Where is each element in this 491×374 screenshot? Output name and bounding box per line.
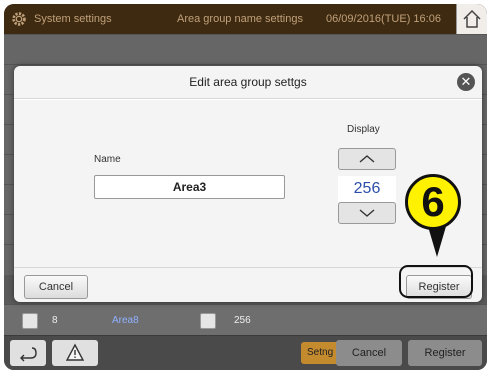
- system-settings-label: System settings: [34, 13, 112, 25]
- datetime: 06/09/2016(TUE) 16:06: [326, 13, 441, 25]
- display-up-button[interactable]: [338, 148, 396, 170]
- close-icon: ✕: [460, 74, 472, 89]
- row-number: 8: [52, 315, 58, 326]
- back-arrow-icon: [20, 347, 37, 362]
- list-row: [4, 34, 487, 65]
- row-display-checkbox[interactable]: [200, 313, 216, 329]
- warning-icon: [65, 343, 85, 361]
- home-button[interactable]: [456, 4, 487, 34]
- table-row[interactable]: 8 Area8 256: [4, 304, 487, 335]
- page-title: Area group name settings: [177, 13, 303, 25]
- register-highlight-ring: [399, 265, 473, 298]
- register-bottom-button[interactable]: Register: [408, 340, 482, 366]
- home-icon: [463, 9, 481, 28]
- display-down-button[interactable]: [338, 202, 396, 224]
- cancel-bottom-button[interactable]: Cancel: [336, 340, 402, 366]
- row-checkbox[interactable]: [22, 313, 38, 329]
- display-value: 256: [338, 176, 396, 202]
- name-label: Name: [94, 154, 121, 165]
- setng-tag: Setng: [301, 342, 340, 364]
- close-button[interactable]: ✕: [457, 73, 475, 91]
- bottom-bar: Setng Cancel Register: [4, 336, 487, 370]
- warning-button[interactable]: [52, 340, 98, 366]
- chevron-down-icon: [359, 209, 375, 217]
- back-button[interactable]: [10, 340, 46, 366]
- chevron-up-icon: [359, 155, 375, 163]
- step-callout: 6: [405, 174, 461, 230]
- gear-icon[interactable]: [10, 10, 28, 28]
- dialog-title: Edit area group settgs: [14, 66, 482, 99]
- display-label: Display: [347, 124, 380, 135]
- cancel-button[interactable]: Cancel: [24, 275, 88, 299]
- row-display-value: 256: [234, 315, 251, 326]
- top-bar: System settings Area group name settings…: [4, 4, 487, 34]
- row-name: Area8: [112, 315, 139, 326]
- name-input[interactable]: Area3: [94, 175, 285, 199]
